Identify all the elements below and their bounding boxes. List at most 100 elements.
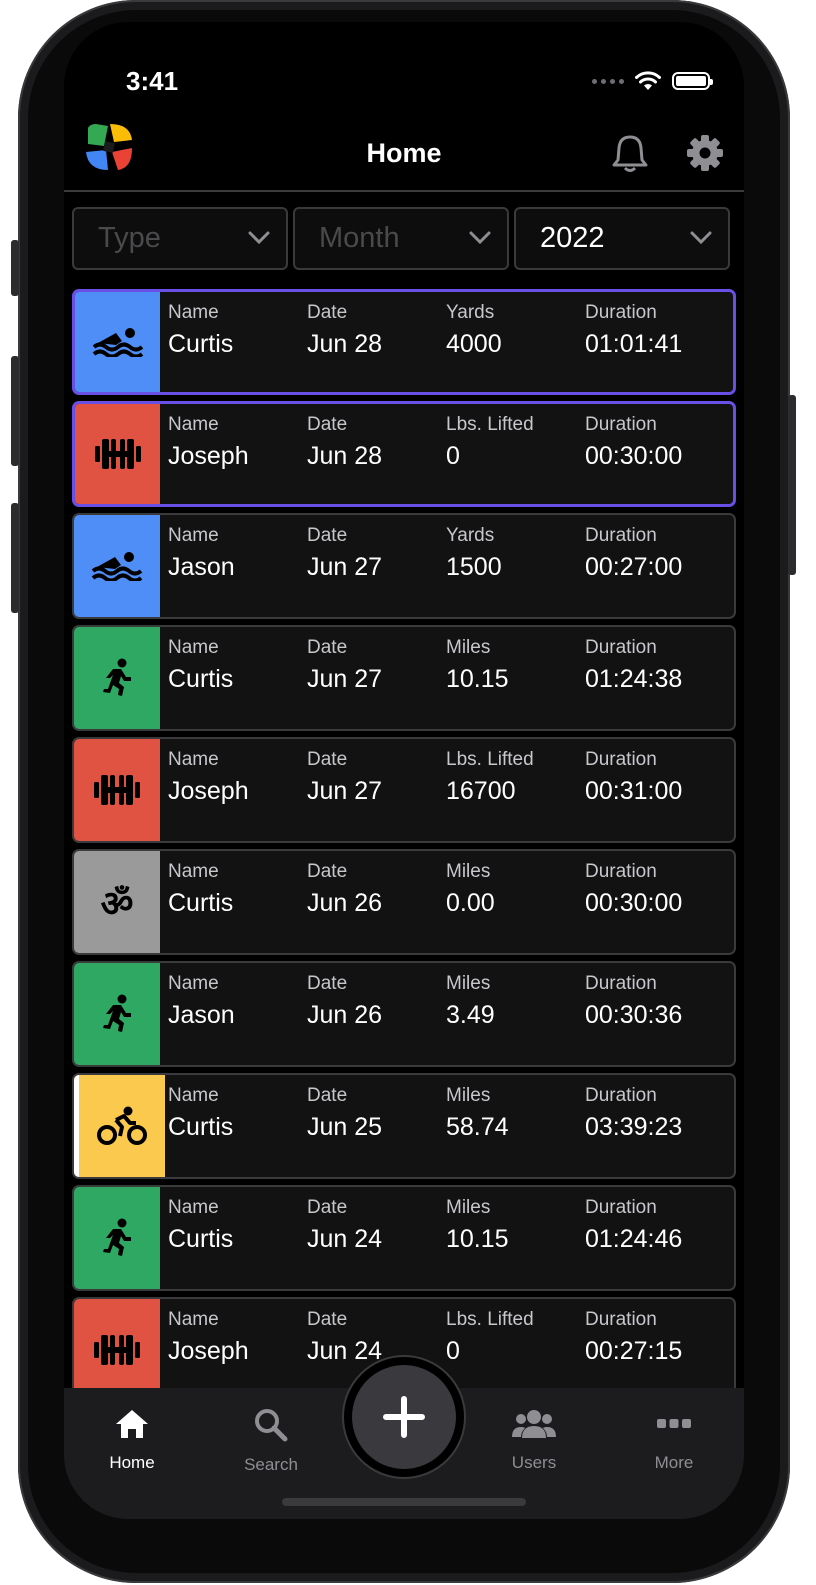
athlete-column: Name Curtis bbox=[168, 1197, 233, 1254]
duration-label: Duration bbox=[585, 1085, 657, 1106]
metric-label: Miles bbox=[446, 1197, 491, 1218]
date-value: Jun 27 bbox=[307, 777, 383, 805]
duration-column: Duration 00:30:00 bbox=[585, 861, 682, 918]
tab-users[interactable]: Users bbox=[484, 1408, 584, 1473]
duration-value: 00:31:00 bbox=[585, 777, 683, 805]
date-label: Date bbox=[307, 414, 348, 435]
tab-search[interactable]: Search bbox=[221, 1408, 321, 1475]
dumbbell-icon bbox=[93, 436, 143, 472]
duration-label: Duration bbox=[585, 861, 657, 882]
swimming-icon bbox=[92, 327, 144, 357]
athlete-label: Name bbox=[168, 1197, 219, 1218]
duration-column: Duration 01:24:46 bbox=[585, 1197, 682, 1254]
athlete-column: Name Joseph bbox=[168, 1309, 249, 1366]
activity-type-badge bbox=[74, 963, 160, 1065]
athlete-label: Name bbox=[168, 973, 219, 994]
duration-label: Duration bbox=[585, 302, 657, 323]
home-icon bbox=[116, 1410, 148, 1438]
date-value: Jun 27 bbox=[307, 665, 383, 693]
battery-icon bbox=[672, 72, 713, 90]
athlete-label: Name bbox=[168, 1085, 219, 1106]
date-label: Date bbox=[307, 1309, 348, 1330]
duration-label: Duration bbox=[585, 973, 657, 994]
athlete-column: Name Curtis bbox=[168, 1085, 233, 1142]
metric-label: Miles bbox=[446, 1085, 491, 1106]
date-value: Jun 27 bbox=[307, 553, 383, 581]
year-filter-select[interactable]: 2022 bbox=[514, 207, 730, 270]
date-value: Jun 24 bbox=[307, 1337, 383, 1365]
metric-value: 4000 bbox=[446, 330, 502, 358]
duration-label: Duration bbox=[585, 525, 657, 546]
date-label: Date bbox=[307, 525, 348, 546]
athlete-value: Curtis bbox=[168, 330, 234, 358]
tab-search-label: Search bbox=[244, 1455, 298, 1474]
activity-card[interactable]: Name Jason Date Jun 26 Miles 3.49 Duration 00:3… bbox=[72, 961, 736, 1067]
duration-column: Duration 00:30:00 bbox=[585, 414, 682, 471]
svg-text:ॐ: ॐ bbox=[101, 884, 134, 922]
athlete-label: Name bbox=[168, 749, 219, 770]
gear-icon[interactable] bbox=[686, 134, 724, 172]
tab-more[interactable]: More bbox=[624, 1408, 724, 1473]
date-label: Date bbox=[307, 973, 348, 994]
metric-label: Yards bbox=[446, 525, 495, 546]
activity-card[interactable]: Name Joseph Date Jun 28 Lbs. Lifted 0 Duration… bbox=[72, 401, 736, 507]
type-filter-placeholder: Type bbox=[98, 222, 161, 254]
metric-label: Lbs. Lifted bbox=[446, 414, 534, 435]
athlete-label: Name bbox=[168, 1309, 219, 1330]
activity-type-badge bbox=[74, 627, 160, 729]
dumbbell-icon bbox=[92, 1332, 142, 1368]
chevron-down-icon bbox=[469, 231, 491, 245]
add-activity-button[interactable] bbox=[352, 1365, 456, 1469]
date-label: Date bbox=[307, 861, 348, 882]
duration-value: 00:30:36 bbox=[585, 1001, 683, 1029]
date-column: Date Jun 27 bbox=[307, 749, 382, 806]
date-value: Jun 24 bbox=[307, 1225, 383, 1253]
metric-column: Miles 10.15 bbox=[446, 1197, 509, 1254]
metric-column: Yards 1500 bbox=[446, 525, 502, 582]
mute-switch bbox=[11, 240, 19, 296]
app-header: Home bbox=[64, 112, 744, 192]
activity-type-badge: ॐ bbox=[74, 851, 160, 953]
metric-label: Lbs. Lifted bbox=[446, 749, 534, 770]
athlete-label: Name bbox=[168, 525, 219, 546]
date-label: Date bbox=[307, 1085, 348, 1106]
activity-type-badge bbox=[74, 1187, 160, 1289]
activity-card[interactable]: Name Joseph Date Jun 27 Lbs. Lifted 16700 Dura… bbox=[72, 737, 736, 843]
duration-column: Duration 01:24:38 bbox=[585, 637, 682, 694]
metric-column: Miles 0.00 bbox=[446, 861, 495, 918]
status-icons bbox=[592, 70, 713, 92]
swimming-icon bbox=[91, 551, 143, 581]
power-button bbox=[788, 395, 796, 575]
date-value: Jun 25 bbox=[307, 1113, 383, 1141]
duration-column: Duration 00:30:36 bbox=[585, 973, 682, 1030]
date-column: Date Jun 24 bbox=[307, 1309, 382, 1366]
dumbbell-icon bbox=[92, 772, 142, 808]
tab-home[interactable]: Home bbox=[82, 1408, 182, 1473]
activity-card[interactable]: Name Curtis Date Jun 25 Miles 58.74 Duration 03… bbox=[72, 1073, 736, 1179]
type-filter-select[interactable]: Type bbox=[72, 207, 288, 270]
duration-column: Duration 03:39:23 bbox=[585, 1085, 682, 1142]
year-filter-value: 2022 bbox=[540, 222, 605, 254]
metric-label: Yards bbox=[446, 302, 495, 323]
athlete-value: Curtis bbox=[168, 889, 234, 917]
duration-value: 01:24:38 bbox=[585, 665, 683, 693]
duration-value: 00:27:00 bbox=[585, 553, 683, 581]
athlete-value: Curtis bbox=[168, 1225, 234, 1253]
bell-icon[interactable] bbox=[612, 134, 648, 172]
metric-value: 10.15 bbox=[446, 665, 509, 693]
date-column: Date Jun 28 bbox=[307, 302, 382, 359]
duration-value: 01:24:46 bbox=[585, 1225, 683, 1253]
activity-type-badge bbox=[74, 1075, 165, 1177]
activity-card[interactable]: Name Curtis Date Jun 24 Miles 10.15 Duration 01… bbox=[72, 1185, 736, 1291]
activity-type-badge bbox=[75, 404, 160, 504]
activity-card[interactable]: Name Curtis Date Jun 28 Yards 4000 Duration 01:… bbox=[72, 289, 736, 395]
athlete-column: Name Curtis bbox=[168, 302, 233, 359]
activity-card[interactable]: Name Jason Date Jun 27 Yards 1500 Duration 00:2… bbox=[72, 513, 736, 619]
duration-value: 01:01:41 bbox=[585, 330, 683, 358]
duration-label: Duration bbox=[585, 414, 657, 435]
activity-type-badge bbox=[75, 292, 160, 392]
month-filter-select[interactable]: Month bbox=[293, 207, 509, 270]
athlete-label: Name bbox=[168, 414, 219, 435]
activity-card[interactable]: Name Curtis Date Jun 27 Miles 10.15 Duration 01… bbox=[72, 625, 736, 731]
activity-card[interactable]: ॐ Name Curtis Date Jun 26 Miles 0.00 Duration 00… bbox=[72, 849, 736, 955]
